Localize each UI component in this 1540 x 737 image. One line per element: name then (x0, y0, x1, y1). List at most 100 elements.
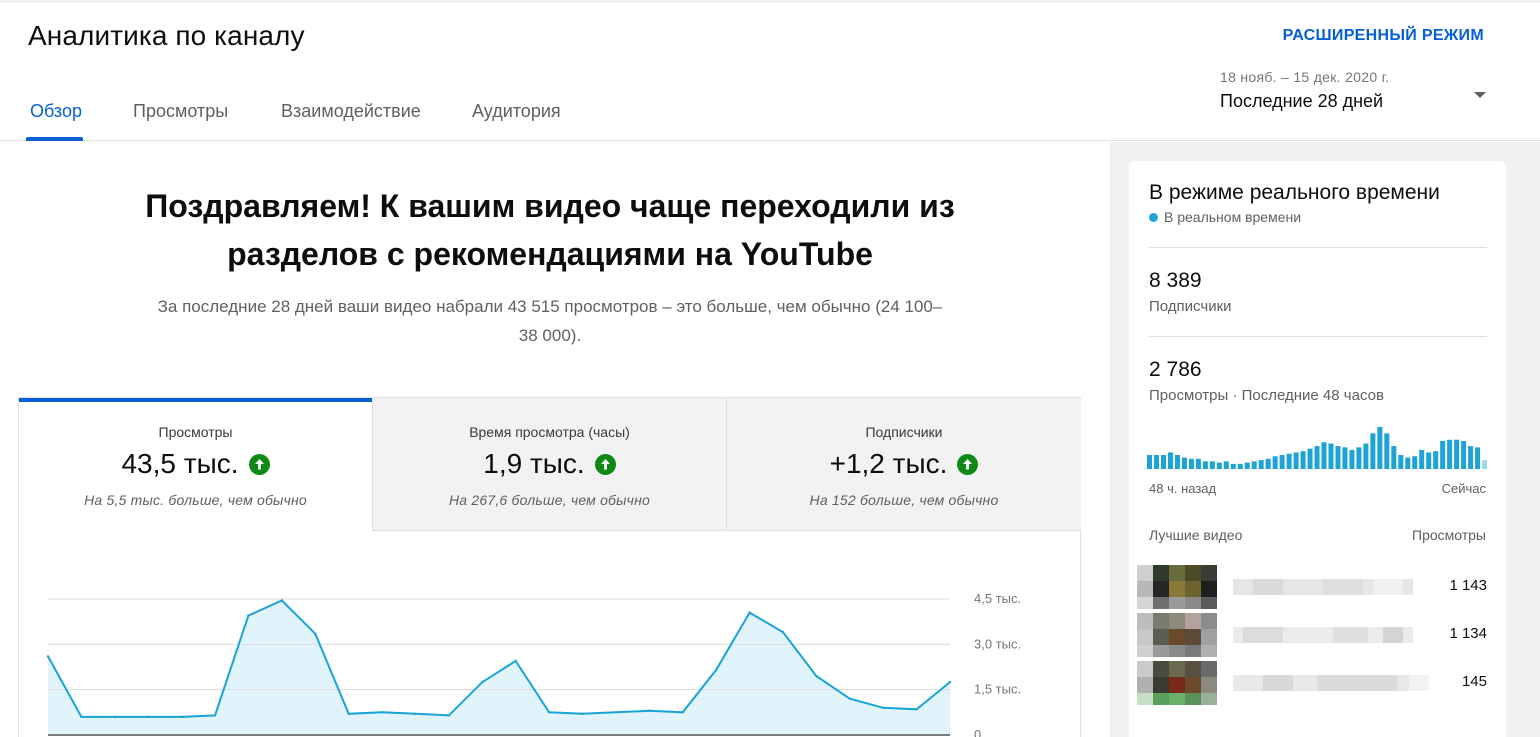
chart-point[interactable] (748, 611, 751, 614)
spark-bar[interactable] (1314, 446, 1320, 469)
metric-tab-watch-time[interactable]: Время просмотра (часы) 1,9 тыс. На 267,6… (372, 398, 726, 531)
chart-point[interactable] (547, 711, 551, 714)
chart-point[interactable] (781, 631, 785, 634)
spark-bar[interactable] (1174, 455, 1180, 469)
spark-bar[interactable] (1202, 461, 1208, 469)
tab-views[interactable]: Просмотры (133, 101, 228, 122)
chart-point[interactable] (514, 659, 517, 663)
realtime-hourly-chart[interactable] (1147, 423, 1489, 469)
spark-bar[interactable] (1447, 439, 1453, 469)
metric-tab-views[interactable]: Просмотры 43,5 тыс. На 5,5 тыс. больше, … (19, 398, 372, 531)
spark-bar[interactable] (1370, 433, 1376, 469)
video-views: 1 134 (1449, 625, 1487, 642)
chart-point[interactable] (915, 708, 918, 711)
spark-bar[interactable] (1405, 457, 1411, 469)
spark-bar[interactable] (1468, 446, 1474, 469)
top-video-row[interactable]: 1 143 (1137, 565, 1487, 609)
spark-bar[interactable] (1293, 452, 1299, 469)
spark-bar[interactable] (1279, 455, 1285, 469)
chart-point[interactable] (380, 711, 384, 714)
spark-bar[interactable] (1454, 439, 1460, 469)
spark-bar[interactable] (1482, 460, 1488, 469)
spark-bar[interactable] (1363, 443, 1369, 469)
spark-bar[interactable] (1223, 461, 1229, 469)
spark-bar[interactable] (1272, 456, 1278, 469)
spark-bar[interactable] (1335, 446, 1341, 469)
spark-bar[interactable] (1342, 447, 1348, 469)
spark-bar[interactable] (1356, 447, 1362, 469)
chart-point[interactable] (247, 614, 250, 617)
realtime-title: В режиме реального времени (1149, 181, 1440, 204)
video-thumbnail (1137, 565, 1217, 609)
spark-bar[interactable] (1398, 455, 1404, 469)
chart-point[interactable] (948, 680, 952, 684)
chart-point[interactable] (46, 655, 50, 658)
arrow-up-circle-icon (957, 453, 979, 475)
tab-engagement[interactable]: Взаимодействие (281, 101, 421, 122)
spark-bar[interactable] (1230, 463, 1236, 469)
chart-point[interactable] (614, 711, 618, 714)
metric-value: 43,5 тыс. (121, 448, 239, 479)
spark-bar[interactable] (1461, 441, 1467, 469)
spark-bar[interactable] (1167, 452, 1173, 469)
spark-bar[interactable] (1384, 433, 1390, 469)
spark-bar[interactable] (1419, 449, 1425, 469)
chart-point[interactable] (581, 712, 584, 716)
spark-bar[interactable] (1265, 458, 1271, 469)
chart-point[interactable] (80, 715, 83, 719)
spark-bar[interactable] (1195, 458, 1201, 469)
chart-point[interactable] (681, 711, 684, 714)
date-range-picker[interactable]: 18 нояб. – 15 дек. 2020 г. Последние 28 … (1220, 69, 1490, 119)
chart-point[interactable] (347, 712, 350, 716)
video-title-obscured (1233, 675, 1429, 696)
chart-point[interactable] (113, 715, 117, 719)
spark-bar[interactable] (1300, 451, 1306, 469)
spark-bar[interactable] (1258, 460, 1264, 469)
spark-bar[interactable] (1160, 455, 1166, 469)
chart-point[interactable] (280, 599, 284, 602)
spark-bar[interactable] (1147, 455, 1153, 469)
spark-bar[interactable] (1412, 456, 1418, 469)
spark-bar[interactable] (1307, 448, 1313, 469)
chart-point[interactable] (414, 712, 417, 716)
realtime-live-indicator: В реальном времени (1149, 209, 1301, 225)
spark-bar[interactable] (1209, 461, 1215, 469)
chart-point[interactable] (314, 632, 317, 635)
spark-bar[interactable] (1440, 441, 1446, 469)
chart-point[interactable] (714, 668, 718, 672)
chart-point[interactable] (815, 674, 818, 678)
chart-point[interactable] (147, 715, 150, 719)
spark-bar[interactable] (1321, 442, 1327, 469)
metric-value: 1,9 тыс. (483, 448, 585, 479)
tab-audience[interactable]: Аудитория (472, 101, 561, 122)
top-videos-heading: Лучшие видео (1149, 527, 1243, 543)
spark-bar[interactable] (1391, 446, 1397, 469)
top-video-row[interactable]: 1 134 (1137, 613, 1487, 657)
chart-point[interactable] (481, 680, 484, 684)
spark-bar[interactable] (1216, 462, 1222, 469)
summary-subtext: За последние 28 дней ваши видео набрали … (120, 292, 980, 350)
spark-bar[interactable] (1153, 455, 1160, 469)
chart-point[interactable] (848, 697, 851, 700)
chart-point[interactable] (648, 709, 651, 713)
spark-bar[interactable] (1426, 452, 1432, 469)
spark-bar[interactable] (1188, 458, 1194, 469)
spark-bar[interactable] (1286, 453, 1292, 469)
chart-point[interactable] (447, 714, 451, 717)
metric-tab-subscribers[interactable]: Подписчики +1,2 тыс. На 152 больше, чем … (726, 398, 1081, 531)
top-video-row[interactable]: 145 (1137, 661, 1487, 705)
tab-overview[interactable]: Обзор (30, 101, 82, 122)
advanced-mode-button[interactable]: РАСШИРЕННЫЙ РЕЖИМ (1283, 27, 1484, 45)
spark-bar[interactable] (1377, 427, 1383, 469)
chart-point[interactable] (213, 714, 217, 717)
chart-point[interactable] (881, 706, 885, 709)
chart-point[interactable] (180, 715, 183, 719)
spark-bar[interactable] (1349, 449, 1355, 469)
spark-bar[interactable] (1244, 462, 1250, 469)
spark-bar[interactable] (1328, 443, 1334, 469)
spark-bar[interactable] (1433, 451, 1439, 469)
spark-bar[interactable] (1237, 463, 1243, 469)
spark-bar[interactable] (1475, 447, 1481, 469)
spark-bar[interactable] (1181, 457, 1187, 469)
spark-bar[interactable] (1251, 461, 1257, 469)
